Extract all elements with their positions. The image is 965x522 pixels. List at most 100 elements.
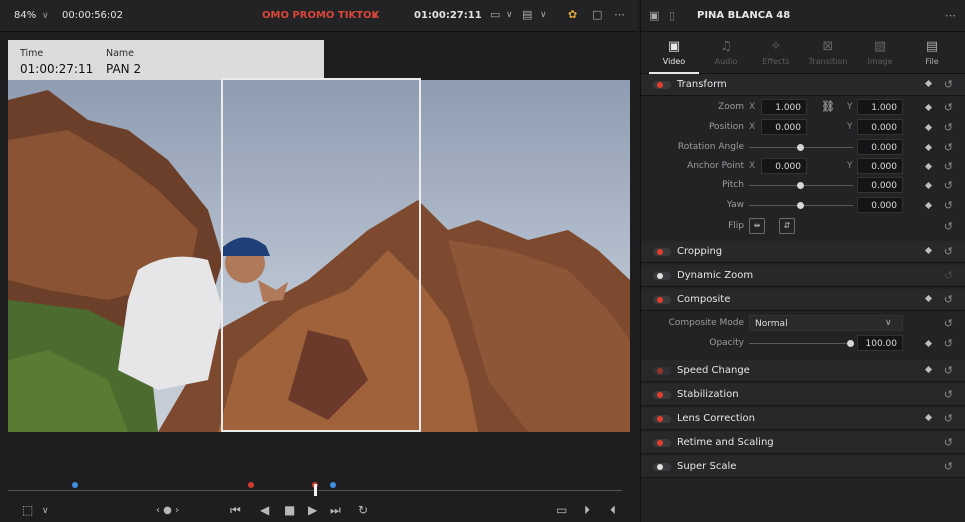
reset-icon[interactable]: ↺ xyxy=(944,364,953,377)
marker-red[interactable] xyxy=(248,482,254,488)
zoom-x-field[interactable]: 1.000 xyxy=(761,99,807,115)
loop-icon[interactable]: ↻ xyxy=(358,503,368,517)
stabilization-toggle[interactable] xyxy=(653,391,671,399)
reset-icon[interactable]: ↺ xyxy=(944,220,953,233)
link-icon[interactable]: ⛓ xyxy=(821,100,835,113)
transform-toggle[interactable] xyxy=(653,81,671,89)
reset-icon[interactable]: ↺ xyxy=(944,269,953,282)
video-preview-image[interactable] xyxy=(8,80,630,432)
keyframe-icon[interactable] xyxy=(924,365,933,374)
tab-video[interactable]: ▣ Video xyxy=(649,32,699,74)
section-super-scale[interactable]: Super Scale ↺ xyxy=(641,456,965,478)
zoom-y-field[interactable]: 1.000 xyxy=(857,99,903,115)
section-cropping[interactable]: Cropping ↺ xyxy=(641,241,965,263)
reset-icon[interactable]: ↺ xyxy=(944,460,953,473)
scrubber-bar[interactable] xyxy=(8,478,630,498)
cropping-toggle[interactable] xyxy=(653,248,671,256)
flip-vertical-icon[interactable]: ⇵ xyxy=(779,218,795,234)
keyframe-icon[interactable] xyxy=(924,79,933,88)
clip-display-icon[interactable]: ▤ xyxy=(522,8,532,21)
reset-icon[interactable]: ↺ xyxy=(944,293,953,306)
end-edit-icon[interactable]: ⏴ xyxy=(610,503,616,518)
zoom-chevron-icon[interactable]: ∨ xyxy=(42,11,49,21)
section-transform[interactable]: Transform ↺ xyxy=(641,74,965,96)
playhead[interactable] xyxy=(314,484,317,496)
yaw-field[interactable]: 0.000 xyxy=(857,197,903,213)
zoom-level[interactable]: 84% xyxy=(14,10,36,21)
clip-display-chevron-icon[interactable]: ∨ xyxy=(540,10,547,20)
keyframe-icon[interactable] xyxy=(924,181,933,190)
go-to-end-icon[interactable]: ⏭ xyxy=(330,503,341,518)
dynamic-zoom-toggle[interactable] xyxy=(653,272,671,280)
reset-icon[interactable]: ↺ xyxy=(944,141,953,154)
speed-change-toggle[interactable] xyxy=(653,367,671,375)
chevron-down-icon[interactable]: ∨ xyxy=(885,318,892,328)
stop-icon[interactable]: ■ xyxy=(284,503,295,517)
marker-blue[interactable] xyxy=(330,482,336,488)
more-options-icon[interactable]: ⋯ xyxy=(614,8,625,21)
super-scale-toggle[interactable] xyxy=(653,463,671,471)
position-x-field[interactable]: 0.000 xyxy=(761,119,807,135)
view-options-chevron-icon[interactable]: ∨ xyxy=(42,506,49,516)
pitch-field[interactable]: 0.000 xyxy=(857,177,903,193)
reset-icon[interactable]: ↺ xyxy=(944,317,953,330)
flip-horizontal-icon[interactable]: ⇹ xyxy=(749,218,765,234)
color-picker-icon[interactable]: ✿ xyxy=(568,8,577,21)
anchor-y-field[interactable]: 0.000 xyxy=(857,158,903,174)
viewer-mode-chevron-icon[interactable]: ∨ xyxy=(506,10,513,20)
panel-layout-icon[interactable]: ▣ xyxy=(649,9,659,22)
reset-icon[interactable]: ↺ xyxy=(944,121,953,134)
section-dynamic-zoom[interactable]: Dynamic Zoom ↺ xyxy=(641,265,965,287)
section-stabilization[interactable]: Stabilization ↺ xyxy=(641,384,965,406)
lens-correction-toggle[interactable] xyxy=(653,415,671,423)
viewer-mode-icon[interactable]: ▭ xyxy=(490,8,500,21)
reset-icon[interactable]: ↺ xyxy=(944,436,953,449)
view-options-icon[interactable]: ⬚ xyxy=(22,503,33,517)
retime-toggle[interactable] xyxy=(653,439,671,447)
reset-icon[interactable]: ↺ xyxy=(944,337,953,350)
reset-icon[interactable]: ↺ xyxy=(944,160,953,173)
next-edit-icon[interactable]: ⏵ xyxy=(584,503,590,518)
keyframe-icon[interactable] xyxy=(924,294,933,303)
opacity-slider-knob[interactable] xyxy=(847,340,854,347)
pitch-slider-knob[interactable] xyxy=(797,182,804,189)
play-icon[interactable]: ▶ xyxy=(308,503,317,517)
tab-file[interactable]: ▤ File xyxy=(907,32,957,74)
reset-icon[interactable]: ↺ xyxy=(944,388,953,401)
section-speed-change[interactable]: Speed Change ↺ xyxy=(641,360,965,382)
keyframe-icon[interactable] xyxy=(924,123,933,132)
keyframe-icon[interactable] xyxy=(924,201,933,210)
reset-icon[interactable]: ↺ xyxy=(944,179,953,192)
reset-icon[interactable]: ↺ xyxy=(944,412,953,425)
tab-effects[interactable]: ✧ Effects xyxy=(751,32,801,74)
safe-area-icon[interactable]: □ xyxy=(592,8,602,21)
keyframe-icon[interactable] xyxy=(924,162,933,171)
keyframe-icon[interactable] xyxy=(924,339,933,348)
keyframe-icon[interactable] xyxy=(924,143,933,152)
tab-transition[interactable]: ⊠ Transition xyxy=(803,32,853,74)
section-composite[interactable]: Composite ↺ xyxy=(641,289,965,311)
rotation-field[interactable]: 0.000 xyxy=(857,139,903,155)
keyframe-icon[interactable] xyxy=(924,413,933,422)
step-back-icon[interactable]: ◀ xyxy=(260,503,269,517)
opacity-field[interactable]: 100.00 xyxy=(857,335,903,351)
yaw-slider-knob[interactable] xyxy=(797,202,804,209)
tab-image[interactable]: ▨ Image xyxy=(855,32,905,74)
section-lens-correction[interactable]: Lens Correction ↺ xyxy=(641,408,965,430)
dual-view-icon[interactable]: ▯ xyxy=(669,9,675,22)
section-retime-scaling[interactable]: Retime and Scaling ↺ xyxy=(641,432,965,454)
tab-audio[interactable]: ♫ Audio xyxy=(701,32,751,74)
project-chevron-icon[interactable]: ∨ xyxy=(372,11,379,21)
reset-icon[interactable]: ↺ xyxy=(944,245,953,258)
position-y-field[interactable]: 0.000 xyxy=(857,119,903,135)
opacity-slider[interactable] xyxy=(749,343,853,344)
keyframe-icon[interactable] xyxy=(924,103,933,112)
composite-mode-select[interactable]: Normal xyxy=(749,315,903,331)
rotation-slider-knob[interactable] xyxy=(797,144,804,151)
keyframe-icon[interactable] xyxy=(924,246,933,255)
match-frame-icon[interactable]: ▭ xyxy=(556,503,567,517)
reset-icon[interactable]: ↺ xyxy=(944,199,953,212)
reset-icon[interactable]: ↺ xyxy=(944,78,953,91)
composite-toggle[interactable] xyxy=(653,296,671,304)
marker-blue[interactable] xyxy=(72,482,78,488)
